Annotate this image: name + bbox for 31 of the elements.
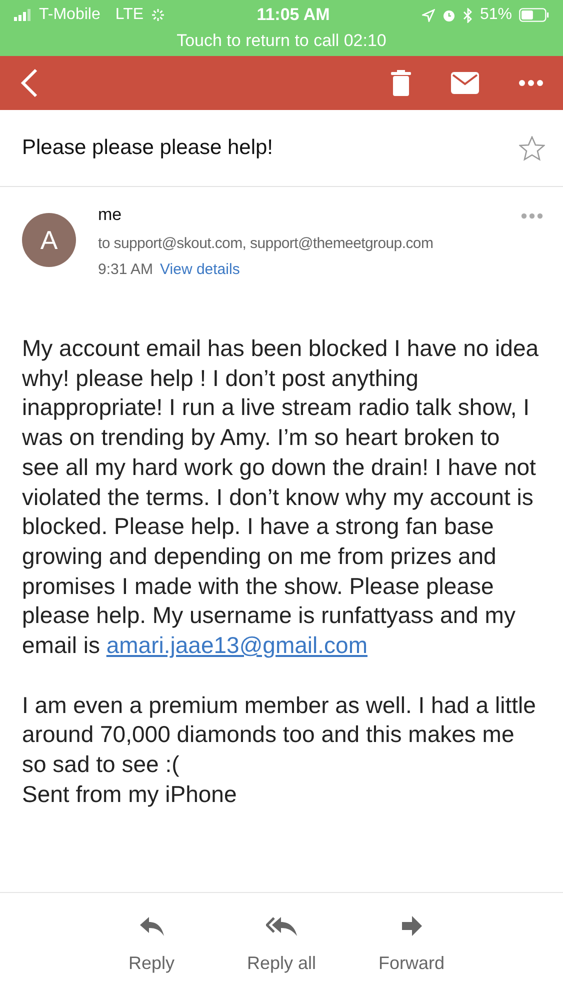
reply-all-button[interactable]: Reply all: [246, 915, 316, 1000]
alarm-clock-icon: [442, 8, 456, 22]
sender-name: me: [98, 205, 123, 225]
battery-icon: [519, 8, 549, 22]
clock-time: 11:05 AM: [256, 5, 330, 25]
back-button[interactable]: [20, 68, 38, 98]
bluetooth-icon: [462, 8, 473, 22]
message-more-button[interactable]: [521, 213, 543, 219]
reply-button[interactable]: Reply: [116, 915, 186, 1000]
view-details-link[interactable]: View details: [160, 261, 240, 278]
signal-icon: [14, 9, 32, 21]
email-subject: Please please please help!: [22, 136, 274, 160]
sent-time: 9:31 AM: [98, 261, 154, 278]
sender-avatar: A: [22, 213, 76, 267]
battery-percent: 51%: [480, 6, 512, 24]
message-paragraph: My account email has been blocked I have no idea why! please help ! I don’t post anything inappropriate! I run a live stream radio talk show, I was on trending by Amy. I’m so heart broken to see all my hard work go down the drain! I have not violated the terms. I don’t know why my account is blocked. Please help. I have a strong fan base growing and depending on me from prizes and promises I made with the show. Please please please help. My username is runfattyass and my email is amari.jaae13@gmail.com: [22, 334, 540, 660]
delete-button[interactable]: [391, 70, 411, 96]
more-button[interactable]: [519, 80, 543, 86]
reply-icon: [138, 915, 164, 937]
email-link[interactable]: amari.jaae13@gmail.com: [106, 632, 368, 658]
recipients: to support@skout.com, support@themeetgroup.com: [98, 235, 434, 252]
network-type: LTE: [115, 6, 144, 24]
location-arrow-icon: [422, 8, 435, 22]
star-button[interactable]: [519, 136, 545, 160]
reply-all-icon: [266, 915, 298, 937]
forward-icon: [400, 915, 422, 937]
message-paragraph: I am even a premium member as well. I had a little around 70,000 diamonds too and this makes me so sad to see :( Sent from my iPhone: [22, 690, 537, 809]
forward-button[interactable]: Forward: [376, 915, 446, 1000]
activity-spinner-icon: [150, 8, 165, 22]
carrier-name: T-Mobile: [39, 6, 100, 24]
mail-button[interactable]: [451, 72, 479, 94]
